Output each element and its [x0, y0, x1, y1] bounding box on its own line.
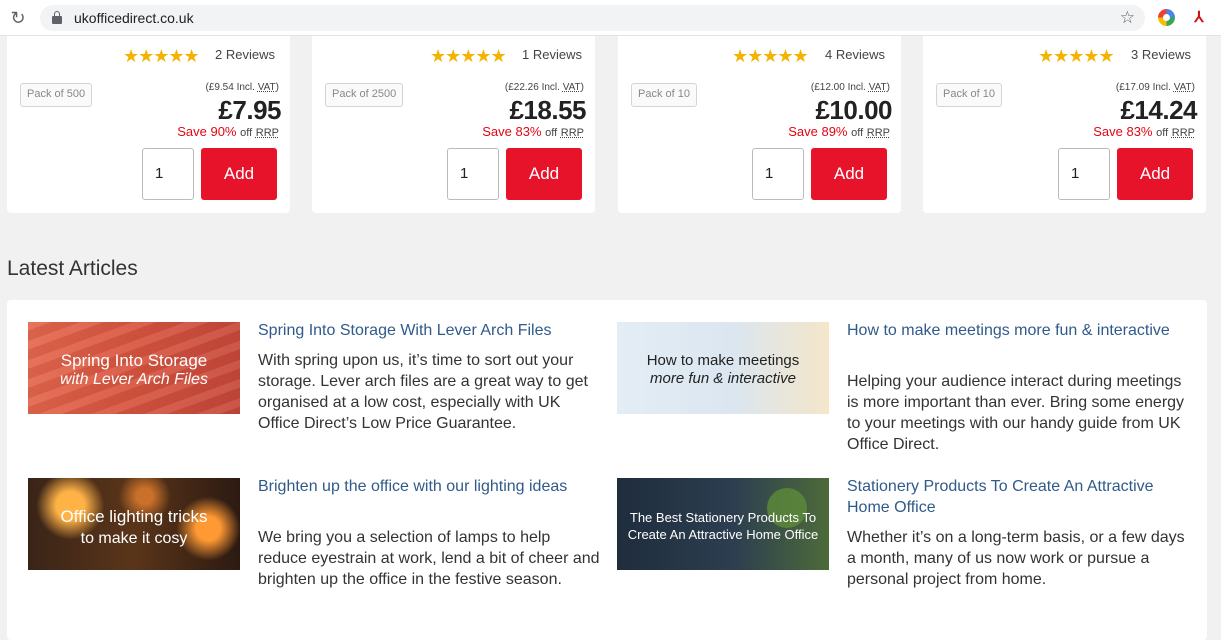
- rating-stars-icon: ★★★★★: [732, 46, 809, 66]
- product-price: £14.24: [1120, 95, 1197, 125]
- product-price: £18.55: [509, 95, 586, 125]
- quantity-input[interactable]: 1: [142, 148, 194, 200]
- article-excerpt: We bring you a selection of lamps to hel…: [258, 529, 600, 588]
- product-card: ★★★★★ 4 Reviews Pack of 10 (£12.00 Incl.…: [618, 36, 901, 213]
- pack-size-badge: Pack of 500: [20, 83, 93, 107]
- article-thumbnail[interactable]: Office lighting tricks to make it cosy: [28, 478, 240, 570]
- article-thumbnail[interactable]: The Best Stationery Products To Create A…: [617, 478, 829, 570]
- add-to-basket-button[interactable]: Add: [506, 148, 582, 200]
- price-incl-vat: (£22.26 Incl. VAT): [504, 82, 584, 93]
- article-thumbnail[interactable]: How to make meetings more fun & interact…: [617, 322, 829, 414]
- articles-panel: Spring Into Storage with Lever Arch File…: [7, 300, 1207, 640]
- add-to-basket-button[interactable]: Add: [201, 148, 277, 200]
- product-card: ★★★★★ 1 Reviews Pack of 2500 (£22.26 Inc…: [312, 36, 595, 213]
- product-price: £7.95: [218, 95, 281, 125]
- quantity-input[interactable]: 1: [752, 148, 804, 200]
- rating-stars-icon: ★★★★★: [430, 46, 507, 66]
- review-count[interactable]: 1 Reviews: [522, 47, 582, 62]
- thumbnail-caption: Spring Into Storage: [60, 351, 208, 370]
- thumbnail-caption: Office lighting tricks: [60, 507, 208, 526]
- thumbnail-caption: with Lever Arch Files: [60, 371, 208, 388]
- article-title-link[interactable]: How to make meetings more fun & interact…: [847, 320, 1177, 341]
- url-text[interactable]: ukofficedirect.co.uk: [74, 10, 194, 26]
- article-title-link[interactable]: Stationery Products To Create An Attract…: [847, 476, 1177, 518]
- browser-toolbar: ↻ ukofficedirect.co.uk ☆ ⅄: [0, 0, 1221, 36]
- article-excerpt: Helping your audience interact during me…: [847, 373, 1185, 453]
- quantity-input[interactable]: 1: [1058, 148, 1110, 200]
- article-excerpt: With spring upon us, it’s time to sort o…: [258, 352, 588, 432]
- save-text: Save 83% off RRP: [1093, 124, 1195, 139]
- thumbnail-caption: How to make meetings: [646, 352, 800, 369]
- price-incl-vat: (£12.00 Incl. VAT): [810, 82, 890, 93]
- bookmark-star-icon[interactable]: ☆: [1120, 8, 1135, 28]
- pack-size-badge: Pack of 2500: [325, 83, 404, 107]
- save-text: Save 89% off RRP: [788, 124, 890, 139]
- thumbnail-caption: more fun & interactive: [650, 370, 796, 387]
- add-to-basket-button[interactable]: Add: [811, 148, 887, 200]
- product-card: ★★★★★ 2 Reviews Pack of 500 (£9.54 Incl.…: [7, 36, 290, 213]
- product-price: £10.00: [815, 95, 892, 125]
- rating-stars-icon: ★★★★★: [123, 46, 200, 66]
- save-text: Save 83% off RRP: [482, 124, 584, 139]
- rating-stars-icon: ★★★★★: [1038, 46, 1115, 66]
- address-bar[interactable]: ukofficedirect.co.uk ☆: [40, 5, 1145, 31]
- thumbnail-caption: to make it cosy: [80, 530, 188, 547]
- article-title-link[interactable]: Spring Into Storage With Lever Arch File…: [258, 320, 603, 341]
- pack-size-badge: Pack of 10: [936, 83, 1002, 107]
- quantity-input[interactable]: 1: [447, 148, 499, 200]
- thumbnail-caption: Create An Attractive Home Office: [627, 527, 819, 542]
- review-count[interactable]: 4 Reviews: [825, 47, 885, 62]
- price-incl-vat: (£9.54 Incl. VAT): [205, 82, 279, 93]
- extension-pdf-icon[interactable]: ⅄: [1190, 8, 1208, 28]
- product-card: ★★★★★ 3 Reviews Pack of 10 (£17.09 Incl.…: [923, 36, 1206, 213]
- article-title-link[interactable]: Brighten up the office with our lighting…: [258, 476, 603, 497]
- article-thumbnail[interactable]: Spring Into Storage with Lever Arch File…: [28, 322, 240, 414]
- article-excerpt: Whether it’s on a long-term basis, or a …: [847, 529, 1185, 588]
- review-count[interactable]: 3 Reviews: [1131, 47, 1191, 62]
- latest-articles-heading: Latest Articles: [7, 257, 138, 280]
- reload-icon[interactable]: ↻: [8, 8, 28, 28]
- review-count[interactable]: 2 Reviews: [215, 47, 275, 62]
- save-text: Save 90% off RRP: [177, 124, 279, 139]
- extension-chrome-icon[interactable]: [1158, 9, 1175, 26]
- lock-icon: [52, 11, 62, 24]
- pack-size-badge: Pack of 10: [631, 83, 697, 107]
- price-incl-vat: (£17.09 Incl. VAT): [1115, 82, 1195, 93]
- add-to-basket-button[interactable]: Add: [1117, 148, 1193, 200]
